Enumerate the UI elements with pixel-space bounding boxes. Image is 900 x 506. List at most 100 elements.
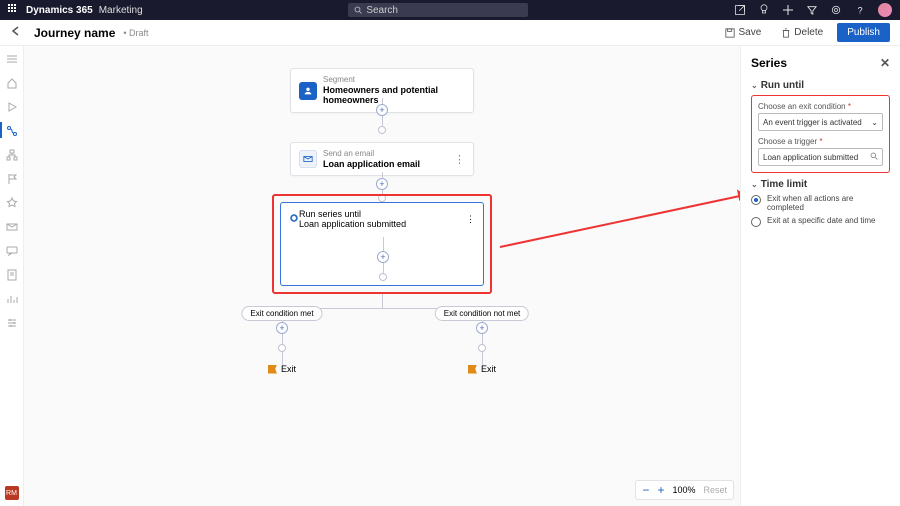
delete-label: Delete	[794, 27, 823, 38]
zoom-in-button[interactable]: +	[657, 484, 664, 496]
exit-condition-dropdown[interactable]: An event trigger is activated ⌄	[758, 113, 883, 131]
play-icon[interactable]	[6, 100, 18, 112]
connector-node	[278, 344, 286, 352]
delete-button[interactable]: Delete	[775, 24, 829, 41]
exit-left: Exit	[268, 364, 296, 374]
trigger-lookup[interactable]: Loan application submitted	[758, 148, 883, 166]
zoom-percentage: 100%	[672, 485, 695, 495]
message-icon[interactable]	[6, 244, 18, 256]
app-launcher-icon[interactable]	[8, 4, 20, 16]
settings-icon[interactable]	[830, 4, 842, 16]
search-placeholder: Search	[366, 5, 398, 16]
back-button[interactable]	[10, 25, 26, 40]
trigger-value: Loan application submitted	[763, 153, 858, 162]
save-label: Save	[738, 27, 761, 38]
close-panel-button[interactable]: ✕	[880, 56, 890, 70]
email-icon	[299, 150, 317, 168]
connector-node	[378, 126, 386, 134]
time-limit-section-header[interactable]: ⌄ Time limit	[751, 179, 890, 190]
user-badge[interactable]: RM	[5, 486, 19, 500]
global-search[interactable]: Search	[348, 3, 528, 17]
run-until-group-annotation: Choose an exit condition * An event trig…	[751, 95, 890, 173]
exit-label: Exit	[481, 364, 496, 374]
journey-icon[interactable]	[6, 124, 18, 136]
journey-title: Journey name	[34, 26, 115, 40]
journey-canvas[interactable]: Segment Homeowners and potential homeown…	[24, 46, 740, 506]
add-step-button[interactable]: +	[376, 104, 388, 116]
help-icon[interactable]: ?	[854, 4, 866, 16]
topbar-actions: ?	[734, 3, 892, 17]
left-nav-rail: RM	[0, 46, 24, 506]
svg-text:?: ?	[858, 5, 863, 15]
zoom-out-button[interactable]: −	[642, 484, 649, 496]
chevron-down-icon: ⌄	[751, 81, 758, 90]
radio-exit-specific-date[interactable]: Exit at a specific date and time	[751, 216, 890, 227]
search-icon	[354, 6, 362, 14]
top-nav-bar: Dynamics 365 Marketing Search ?	[0, 0, 900, 20]
flag-icon[interactable]	[6, 172, 18, 184]
series-label: Loan application submitted	[299, 219, 406, 229]
save-button[interactable]: Save	[719, 24, 767, 41]
trigger-label: Choose a trigger	[758, 137, 817, 146]
publish-button[interactable]: Publish	[837, 23, 890, 42]
chart-icon[interactable]	[6, 292, 18, 304]
run-until-label: Run until	[761, 80, 804, 91]
envelope-icon[interactable]	[6, 220, 18, 232]
command-bar: Journey name • Draft Save Delete Publish	[0, 20, 900, 46]
email-more-icon[interactable]: ⋮	[448, 153, 465, 166]
add-step-button[interactable]: +	[377, 251, 389, 263]
time-limit-label: Time limit	[761, 179, 808, 190]
menu-icon[interactable]	[6, 52, 18, 64]
flag-icon	[268, 365, 277, 374]
segment-label: Homeowners and potential homeowners	[323, 85, 465, 107]
email-meta: Send an email	[323, 149, 420, 159]
open-in-new-icon[interactable]	[734, 4, 746, 16]
email-label: Loan application email	[323, 159, 420, 170]
exit-condition-label: Choose an exit condition	[758, 102, 846, 111]
panel-title: Series	[751, 56, 787, 70]
chevron-down-icon: ⌄	[871, 118, 878, 127]
radio-icon	[751, 195, 761, 205]
tree-icon[interactable]	[6, 148, 18, 160]
brand-name: Dynamics 365	[26, 5, 93, 16]
chevron-down-icon: ⌄	[751, 180, 758, 189]
series-more-icon[interactable]: ⋮	[466, 214, 475, 225]
connector-node	[478, 344, 486, 352]
flag-icon	[468, 365, 477, 374]
branch-met-pill[interactable]: Exit condition met	[241, 306, 322, 321]
annotation-arrow	[500, 194, 745, 248]
page-icon[interactable]	[6, 268, 18, 280]
add-step-button[interactable]: +	[276, 322, 288, 334]
connector-node	[379, 273, 387, 281]
radio-all-label: Exit when all actions are completed	[767, 194, 890, 212]
radio-date-label: Exit at a specific date and time	[767, 216, 876, 225]
segment-icon	[299, 82, 317, 100]
user-avatar[interactable]	[878, 3, 892, 17]
exit-right: Exit	[468, 364, 496, 374]
radio-exit-all-actions[interactable]: Exit when all actions are completed	[751, 194, 890, 212]
journey-status: • Draft	[123, 28, 148, 38]
add-step-button[interactable]: +	[476, 322, 488, 334]
filter-icon[interactable]	[806, 4, 818, 16]
sliders-icon[interactable]	[6, 316, 18, 328]
series-meta: Run series until	[299, 209, 406, 219]
lightbulb-icon[interactable]	[758, 4, 770, 16]
star-icon[interactable]	[6, 196, 18, 208]
branch-not-met-pill[interactable]: Exit condition not met	[435, 306, 529, 321]
zoom-controls: − + 100% Reset	[635, 480, 734, 500]
series-node[interactable]: Run series until Loan application submit…	[280, 202, 484, 286]
add-step-button[interactable]: +	[376, 178, 388, 190]
publish-label: Publish	[847, 27, 880, 38]
home-icon[interactable]	[6, 76, 18, 88]
module-name: Marketing	[99, 5, 143, 16]
series-icon	[289, 213, 299, 225]
search-icon	[870, 152, 878, 162]
exit-condition-value: An event trigger is activated	[763, 118, 862, 127]
connector	[382, 294, 383, 308]
exit-label: Exit	[281, 364, 296, 374]
segment-meta: Segment	[323, 75, 465, 85]
run-until-section-header[interactable]: ⌄ Run until	[751, 80, 890, 91]
plus-icon[interactable]	[782, 4, 794, 16]
properties-panel: Series ✕ ⌄ Run until Choose an exit cond…	[740, 46, 900, 506]
zoom-reset-button[interactable]: Reset	[703, 485, 727, 495]
